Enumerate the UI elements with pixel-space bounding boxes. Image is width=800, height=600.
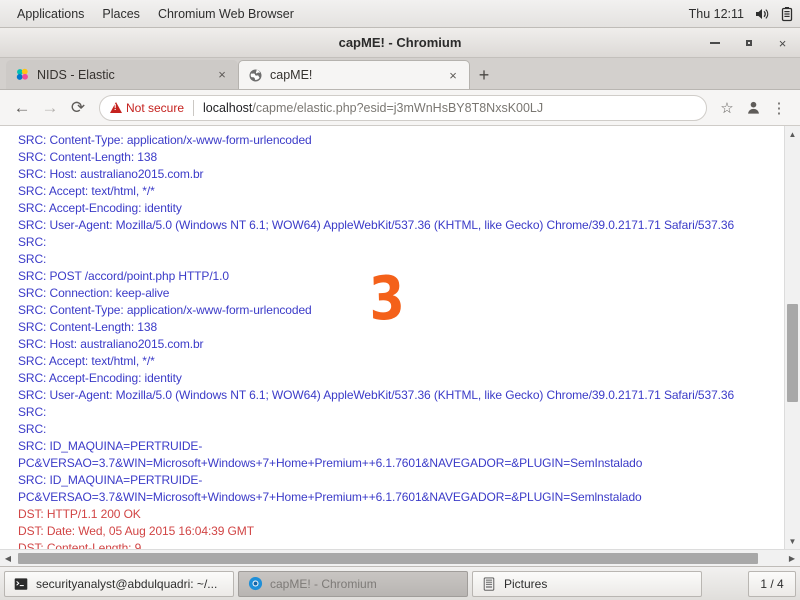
clock[interactable]: Thu 12:11 — [689, 7, 744, 21]
log-line: SRC: Accept-Encoding: identity — [18, 371, 182, 385]
log-line: SRC: Host: australiano2015.com.br — [18, 337, 204, 351]
reload-button[interactable]: ⟳ — [64, 94, 92, 122]
log-line: SRC: Accept: text/html, */* — [18, 354, 155, 368]
log-line: SRC: User-Agent: Mozilla/5.0 (Windows NT… — [18, 218, 735, 232]
log-line: SRC: User-Agent: Mozilla/5.0 (Windows NT… — [18, 388, 735, 402]
horizontal-scrollbar-track[interactable] — [16, 550, 784, 567]
desktop-taskbar: securityanalyst@abdulquadri: ~/... capME… — [0, 566, 800, 600]
log-line: SRC: Connection: keep-alive — [18, 286, 170, 300]
maximize-button[interactable] — [741, 36, 756, 51]
log-line: SRC: — [18, 405, 47, 419]
tab-title: capME! — [270, 68, 313, 82]
vertical-scrollbar[interactable]: ▲ ▼ — [784, 126, 800, 549]
tab-close-button[interactable]: × — [214, 67, 230, 83]
browser-toolbar: ← → ⟳ Not secure localhost/capme/elastic… — [0, 90, 800, 126]
window-controls: × — [707, 28, 790, 58]
log-line: SRC: POST /accord/point.php HTTP/1.0 — [18, 269, 229, 283]
desktop-top-panel: Applications Places Chromium Web Browser… — [0, 0, 800, 28]
minimize-button[interactable] — [707, 36, 722, 51]
tab-nids-elastic[interactable]: NIDS - Elastic × — [6, 60, 238, 89]
log-line: DST: Content-Length: 9 — [18, 541, 142, 549]
terminal-icon — [13, 576, 29, 592]
window-title-bar: capME! - Chromium × — [0, 28, 800, 58]
scroll-down-arrow-icon[interactable]: ▼ — [785, 533, 800, 549]
scroll-left-arrow-icon[interactable]: ◀ — [0, 550, 16, 566]
tab-capme[interactable]: capME! × — [238, 60, 470, 89]
maximize-icon — [745, 40, 752, 46]
chromium-web-browser-menu[interactable]: Chromium Web Browser — [149, 4, 303, 24]
taskbar-item-label: securityanalyst@abdulquadri: ~/... — [36, 576, 218, 591]
tab-strip: NIDS - Elastic × capME! × + — [0, 58, 800, 90]
profile-avatar-icon[interactable] — [740, 95, 766, 121]
vertical-scrollbar-thumb[interactable] — [787, 304, 798, 402]
taskbar-item-chromium[interactable]: capME! - Chromium — [238, 570, 468, 597]
log-line: SRC: ID_MAQUINA=PERTRUIDE-PC&VERSAO=3.7&… — [18, 473, 642, 504]
log-line: SRC: Accept: text/html, */* — [18, 184, 155, 198]
log-line: SRC: — [18, 422, 47, 436]
file-manager-icon — [481, 576, 497, 592]
log-line: SRC: Content-Type: application/x-www-for… — [18, 303, 312, 317]
taskbar-item-label: Pictures — [504, 576, 548, 591]
elastic-favicon — [14, 67, 30, 83]
page-viewport: SRC: Content-Type: application/x-www-for… — [0, 126, 800, 566]
new-tab-button[interactable]: + — [470, 61, 498, 89]
workspace-indicator[interactable]: 1 / 4 — [748, 570, 796, 597]
url-path: /capme/elastic.php?esid=j3mWnHsBY8T8NxsK… — [252, 100, 544, 115]
close-button[interactable]: × — [775, 36, 790, 51]
scroll-up-arrow-icon[interactable]: ▲ — [785, 126, 800, 142]
url-text: localhost/capme/elastic.php?esid=j3mWnHs… — [203, 101, 543, 115]
chrome-menu-icon[interactable]: ⋮ — [766, 95, 792, 121]
horizontal-scrollbar[interactable]: ◀ ▶ — [0, 549, 800, 566]
close-icon: × — [778, 35, 787, 51]
log-line: SRC: Content-Length: 138 — [18, 320, 158, 334]
tab-close-button[interactable]: × — [445, 67, 461, 83]
capme-log-output: SRC: Content-Type: application/x-www-for… — [0, 126, 784, 549]
omnibox-divider — [193, 99, 195, 116]
log-line: SRC: — [18, 252, 47, 266]
back-button[interactable]: ← — [8, 94, 36, 122]
scroll-right-arrow-icon[interactable]: ▶ — [784, 550, 800, 566]
not-secure-label: Not secure — [126, 100, 185, 115]
globe-favicon — [247, 67, 263, 83]
address-bar[interactable]: Not secure localhost/capme/elastic.php?e… — [99, 94, 707, 121]
system-tray: Thu 12:11 — [689, 0, 794, 28]
log-line: SRC: Host: australiano2015.com.br — [18, 167, 204, 181]
volume-icon[interactable] — [754, 6, 770, 22]
minimize-icon — [709, 42, 720, 44]
places-menu[interactable]: Places — [93, 4, 149, 24]
battery-icon[interactable] — [780, 6, 794, 22]
tab-title: NIDS - Elastic — [37, 67, 115, 82]
not-secure-badge[interactable]: Not secure — [110, 101, 184, 115]
taskbar-item-pictures[interactable]: Pictures — [472, 570, 702, 597]
bookmark-star-icon[interactable]: ☆ — [714, 95, 740, 121]
chromium-icon — [247, 576, 263, 592]
log-line: SRC: Accept-Encoding: identity — [18, 201, 182, 215]
chromium-browser-window: capME! - Chromium × NIDS - Elastic × cap… — [0, 28, 800, 566]
horizontal-scrollbar-thumb[interactable] — [18, 552, 758, 564]
log-line: SRC: Content-Type: application/x-www-for… — [18, 133, 312, 147]
log-line: SRC: Content-Length: 138 — [18, 150, 158, 164]
taskbar-item-label: capME! - Chromium — [270, 576, 377, 591]
applications-menu[interactable]: Applications — [8, 4, 93, 24]
log-line: SRC: — [18, 235, 47, 249]
warning-triangle-icon — [110, 102, 122, 113]
window-title: capME! - Chromium — [338, 35, 462, 50]
log-line: DST: Date: Wed, 05 Aug 2015 16:04:39 GMT — [18, 524, 254, 538]
forward-button[interactable]: → — [36, 94, 64, 122]
log-line: DST: HTTP/1.1 200 OK — [18, 507, 141, 521]
taskbar-item-terminal[interactable]: securityanalyst@abdulquadri: ~/... — [4, 570, 234, 597]
log-line: SRC: ID_MAQUINA=PERTRUIDE-PC&VERSAO=3.7&… — [18, 439, 643, 470]
url-host: localhost — [203, 100, 253, 115]
